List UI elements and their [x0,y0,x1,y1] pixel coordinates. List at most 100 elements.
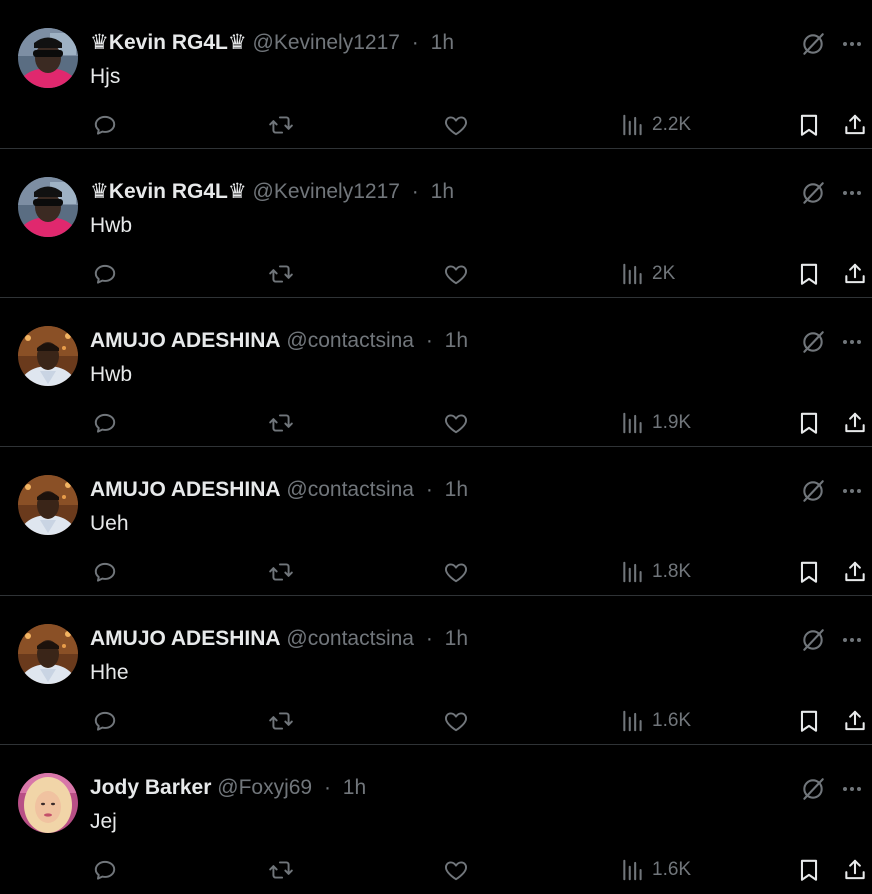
views-button[interactable]: 1.6K [620,855,691,885]
share-button[interactable] [842,408,868,438]
share-icon [842,261,868,287]
more-dots-icon[interactable] [840,329,864,355]
views-button[interactable]: 2K [620,259,675,289]
views-count: 1.8K [652,561,692,582]
reply-button[interactable] [92,855,118,885]
reply-button[interactable] [92,408,118,438]
post-header: AMUJO ADESHINA @contactsina · 1h [90,625,468,653]
grok-icon[interactable] [800,478,826,504]
repost-button[interactable] [268,557,294,587]
views-button[interactable]: 1.6K [620,706,691,736]
share-button[interactable] [842,259,868,289]
avatar[interactable] [18,773,78,833]
reply-button[interactable] [92,557,118,587]
author-name[interactable]: AMUJO ADESHINA [90,478,281,501]
more-dots-icon[interactable] [840,31,864,57]
bookmark-button[interactable] [796,259,822,289]
reply-icon [92,261,118,287]
bookmark-button[interactable] [796,110,822,140]
like-button[interactable] [443,408,469,438]
author-name[interactable]: AMUJO ADESHINA [90,329,281,352]
author-name[interactable]: ♛Kevin RG4L♛ [90,31,247,54]
post[interactable]: AMUJO ADESHINA @contactsina · 1h Hhe 1.6… [0,596,872,745]
post-time[interactable]: 1h [343,776,366,799]
post-time[interactable]: 1h [445,329,468,352]
bookmark-button[interactable] [796,557,822,587]
post[interactable]: AMUJO ADESHINA @contactsina · 1h Ueh 1.8… [0,447,872,596]
avatar[interactable] [18,475,78,535]
like-button[interactable] [443,259,469,289]
heart-icon [443,708,469,734]
grok-icon[interactable] [800,180,826,206]
avatar-image [18,624,78,684]
bookmark-icon [796,112,822,138]
post[interactable]: ♛Kevin RG4L♛ @Kevinely1217 · 1h Hwb 2K [0,149,872,298]
repost-button[interactable] [268,408,294,438]
timeline-feed: ♛Kevin RG4L♛ @Kevinely1217 · 1h Hjs 2.2K… [0,0,872,894]
avatar[interactable] [18,177,78,237]
views-count: 1.9K [652,412,692,433]
views-button[interactable]: 1.8K [620,557,691,587]
post-time[interactable]: 1h [431,31,454,54]
more-dots-icon[interactable] [840,776,864,802]
more-dots-icon[interactable] [840,627,864,653]
post-text: Jej [90,810,117,833]
grok-icon[interactable] [800,776,826,802]
post[interactable]: ♛Kevin RG4L♛ @Kevinely1217 · 1h Hjs 2.2K [0,0,872,149]
post-text: Hjs [90,65,121,88]
views-count: 2.2K [652,114,692,135]
repost-icon [268,261,294,287]
author-handle[interactable]: @contactsina [286,627,414,650]
repost-button[interactable] [268,110,294,140]
author-name[interactable]: AMUJO ADESHINA [90,627,281,650]
reply-button[interactable] [92,110,118,140]
like-button[interactable] [443,855,469,885]
avatar-image [18,28,78,88]
views-button[interactable]: 2.2K [620,110,691,140]
avatar[interactable] [18,326,78,386]
reply-icon [92,112,118,138]
grok-icon[interactable] [800,31,826,57]
bookmark-button[interactable] [796,706,822,736]
author-handle[interactable]: @contactsina [286,478,414,501]
avatar[interactable] [18,624,78,684]
post[interactable]: AMUJO ADESHINA @contactsina · 1h Hwb 1.9… [0,298,872,447]
post-time[interactable]: 1h [445,478,468,501]
share-button[interactable] [842,855,868,885]
more-dots-icon[interactable] [840,478,864,504]
post-time[interactable]: 1h [445,627,468,650]
post-time[interactable]: 1h [431,180,454,203]
post-text: Hwb [90,363,133,386]
grok-icon[interactable] [800,329,826,355]
more-dots-icon[interactable] [840,180,864,206]
like-button[interactable] [443,557,469,587]
share-icon [842,112,868,138]
views-count: 1.6K [652,859,692,880]
avatar[interactable] [18,28,78,88]
reply-icon [92,410,118,436]
repost-button[interactable] [268,855,294,885]
bookmark-button[interactable] [796,408,822,438]
share-button[interactable] [842,557,868,587]
author-handle[interactable]: @Kevinely1217 [253,180,400,203]
like-button[interactable] [443,110,469,140]
like-button[interactable] [443,706,469,736]
author-handle[interactable]: @contactsina [286,329,414,352]
repost-button[interactable] [268,259,294,289]
reply-button[interactable] [92,259,118,289]
bookmark-button[interactable] [796,855,822,885]
repost-button[interactable] [268,706,294,736]
author-handle[interactable]: @Kevinely1217 [253,31,400,54]
views-count: 1.6K [652,710,692,731]
share-button[interactable] [842,110,868,140]
author-handle[interactable]: @Foxyj69 [217,776,312,799]
share-button[interactable] [842,706,868,736]
views-button[interactable]: 1.9K [620,408,691,438]
share-icon [842,708,868,734]
grok-icon[interactable] [800,627,826,653]
views-chart-icon [620,708,646,734]
reply-button[interactable] [92,706,118,736]
author-name[interactable]: Jody Barker [90,776,211,799]
post[interactable]: Jody Barker @Foxyj69 · 1h Jej 1.6K [0,745,872,894]
author-name[interactable]: ♛Kevin RG4L♛ [90,180,247,203]
